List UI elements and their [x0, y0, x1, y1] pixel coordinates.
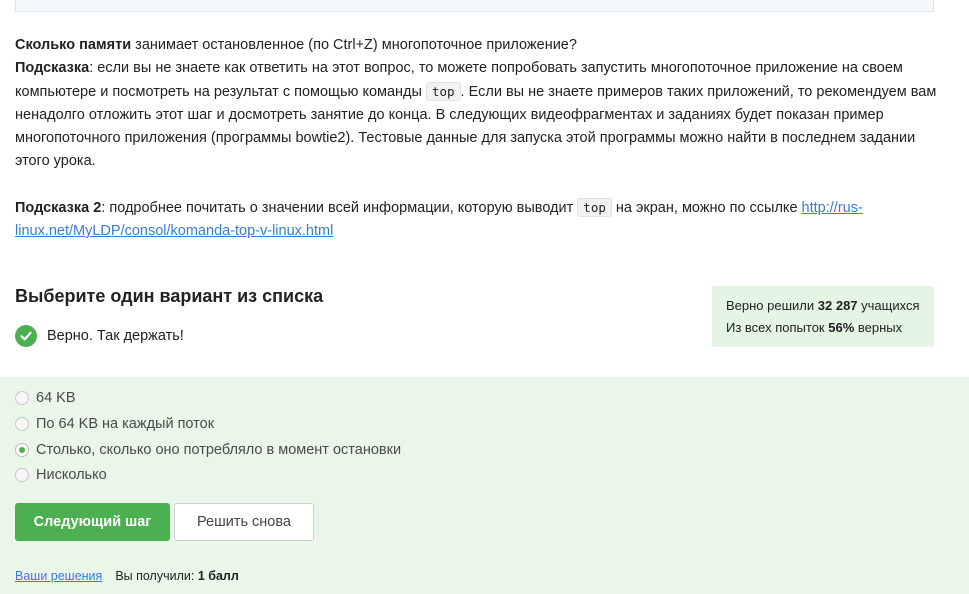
option-label: 64 KB [36, 390, 76, 406]
select-title: Выберите один вариант из списка [15, 286, 324, 306]
option-label: По 64 KB на каждый поток [36, 416, 215, 432]
option-label: Столько, сколько оно потребляло в момент… [36, 442, 402, 458]
question-bold: Сколько памяти [15, 37, 132, 53]
stats-attempts: Из всех попыток 56% верных [726, 317, 920, 339]
stats-attempts-percent: 56% [828, 320, 855, 335]
score-value: 1 балл [197, 569, 239, 583]
hint-2-label: Подсказка 2 [15, 200, 102, 216]
question-text: Сколько памяти занимает остановленное (п… [15, 34, 940, 243]
radio-icon[interactable] [15, 391, 29, 405]
stats-box: Верно решили 32 287 учащихся Из всех поп… [712, 286, 934, 347]
question-line: Сколько памяти занимает остановленное (п… [15, 34, 940, 57]
radio-checked-icon[interactable] [15, 443, 29, 457]
question-rest: занимает остановленное (по Ctrl+Z) много… [131, 37, 577, 53]
footer: Ваши решения Вы получили: 1 балл [15, 569, 239, 583]
score-text: Вы получили: 1 балл [115, 569, 239, 583]
hint-2: Подсказка 2: подробнее почитать о значен… [15, 196, 940, 243]
status-message: Верно. Так держать! [15, 324, 184, 348]
stats-solved-count: 32 287 [817, 298, 858, 313]
stats-solved: Верно решили 32 287 учащихся [726, 295, 920, 317]
previous-content-box [15, 0, 934, 12]
hint-2-code: top [577, 198, 612, 217]
stats-attempts-prefix: Из всех попыток [726, 320, 829, 335]
option-2[interactable]: По 64 KB на каждый поток [15, 416, 214, 432]
radio-icon[interactable] [15, 468, 29, 482]
radio-icon[interactable] [15, 417, 29, 431]
option-label: Нисколько [36, 467, 107, 483]
stats-solved-suffix: учащихся [857, 298, 920, 313]
retry-button[interactable]: Решить снова [174, 503, 314, 541]
stats-solved-prefix: Верно решили [726, 298, 818, 313]
status-text: Верно. Так держать! [47, 328, 184, 344]
your-solutions-link[interactable]: Ваши решения [15, 569, 102, 583]
hint-1-label: Подсказка [15, 60, 90, 76]
option-4[interactable]: Нисколько [15, 467, 107, 483]
check-circle-icon [15, 325, 37, 347]
next-step-button[interactable]: Следующий шаг [15, 503, 170, 541]
option-3[interactable]: Столько, сколько оно потребляло в момент… [15, 442, 401, 458]
hint-2-mid: на экран, можно по ссылке [611, 200, 802, 216]
stats-attempts-suffix: верных [854, 320, 903, 335]
hint-2-pre: : подробнее почитать о значении всей инф… [101, 200, 578, 216]
hint-1: Подсказка: если вы не знаете как ответит… [15, 57, 940, 173]
option-1[interactable]: 64 KB [15, 390, 76, 406]
hint-1-code: top [425, 82, 461, 101]
answer-panel [0, 377, 969, 594]
score-prefix: Вы получили: [115, 569, 198, 583]
